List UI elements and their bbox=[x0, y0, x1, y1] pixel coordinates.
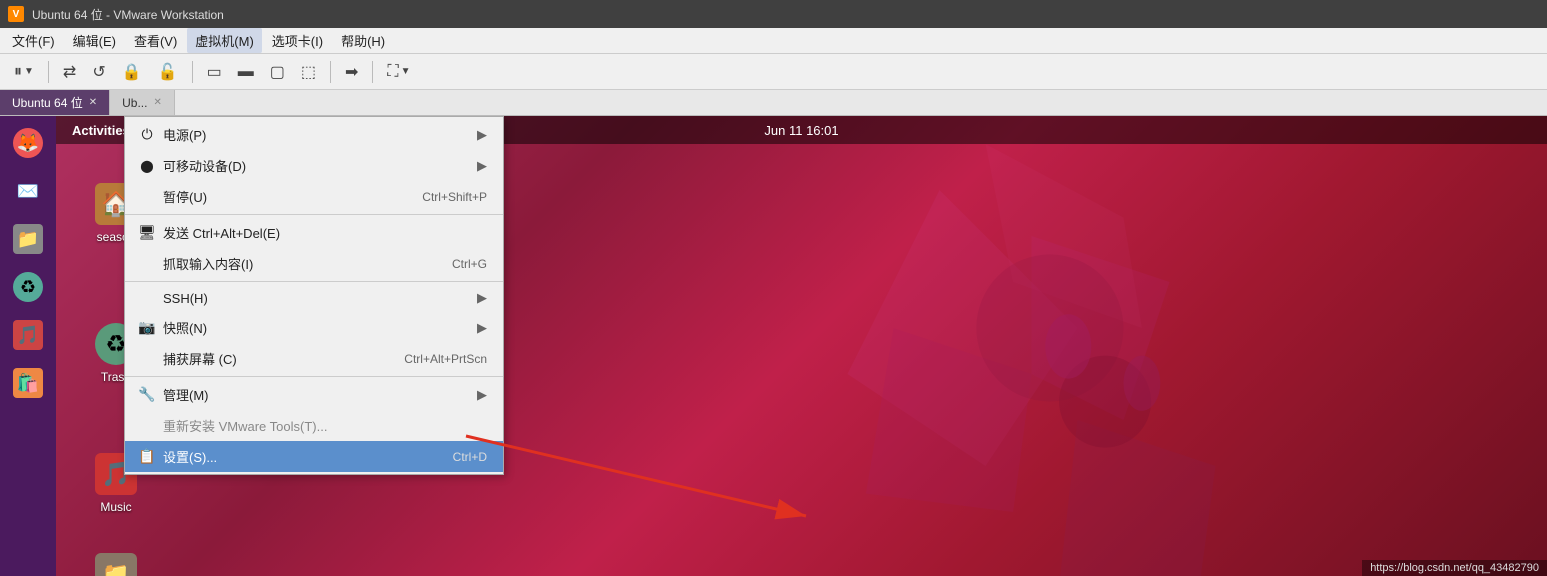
files-icon: 📁 bbox=[13, 224, 43, 254]
manage-label: 管理(M) bbox=[163, 385, 463, 404]
toolbar-btn-6[interactable]: ▭ bbox=[201, 58, 228, 86]
settings-label: 设置(S)... bbox=[163, 447, 447, 466]
settings-shortcut: Ctrl+D bbox=[453, 450, 487, 464]
removable-arrow: ▶ bbox=[477, 158, 487, 174]
firefox-icon: 🦊 bbox=[13, 128, 43, 158]
capture-shortcut: Ctrl+Alt+PrtScn bbox=[404, 352, 487, 366]
snapshot-label: 快照(N) bbox=[163, 318, 463, 337]
main-layout: 🦊 ✉️ 📁 ♻ 🎵 🛍️ Activities Jun 11 16:01 bbox=[0, 116, 1547, 576]
toolbar-sep-1 bbox=[48, 61, 49, 83]
trash-icon: ♻ bbox=[13, 272, 43, 302]
toolbar-pause-btn[interactable]: ⏸▼ bbox=[8, 58, 40, 86]
removable-icon: ⬤ bbox=[137, 159, 157, 173]
grab-label: 抓取输入内容(I) bbox=[163, 254, 446, 273]
toolbar-btn-8[interactable]: ▢ bbox=[264, 58, 291, 86]
sidebar-firefox[interactable]: 🦊 bbox=[5, 120, 51, 166]
menu-edit[interactable]: 编辑(E) bbox=[65, 28, 124, 53]
music-label: Music bbox=[100, 500, 131, 514]
toolbar-btn-11[interactable]: ⛶▼ bbox=[381, 58, 416, 86]
capture-label: 捕获屏幕 (C) bbox=[163, 349, 398, 368]
ssh-label: SSH(H) bbox=[163, 291, 463, 306]
ubuntu-sidebar: 🦊 ✉️ 📁 ♻ 🎵 🛍️ bbox=[0, 116, 56, 576]
settings-icon: 📋 bbox=[137, 448, 157, 465]
url-bar: https://blog.csdn.net/qq_43482790 bbox=[1362, 560, 1547, 576]
title-bar: V Ubuntu 64 位 - VMware Workstation bbox=[0, 0, 1547, 28]
ssh-arrow: ▶ bbox=[477, 290, 487, 306]
send-ctrl-label: 发送 Ctrl+Alt+Del(E) bbox=[163, 223, 467, 242]
desktop-icon-snap[interactable]: 📁 snap bbox=[76, 546, 156, 576]
toolbar: ⏸▼ ⇄ ↺ 🔒 🔓 ▭ ▬ ▢ ⬚ ➡ ⛶▼ bbox=[0, 54, 1547, 90]
sep-1 bbox=[125, 214, 503, 215]
menu-tabs[interactable]: 选项卡(I) bbox=[264, 28, 331, 53]
pause-shortcut: Ctrl+Shift+P bbox=[422, 190, 487, 204]
toolbar-btn-3[interactable]: ↺ bbox=[86, 58, 111, 86]
menu-vm[interactable]: 虚拟机(M) bbox=[187, 28, 262, 53]
sidebar-trash[interactable]: ♻ bbox=[5, 264, 51, 310]
activities-label[interactable]: Activities bbox=[72, 123, 130, 138]
manage-icon: 🔧 bbox=[137, 386, 157, 403]
sidebar-store[interactable]: 🛍️ bbox=[5, 360, 51, 406]
menu-grab-input[interactable]: 抓取输入内容(I) Ctrl+G bbox=[125, 248, 503, 279]
reinstall-label: 重新安装 VMware Tools(T)... bbox=[163, 416, 487, 435]
pause-label: 暂停(U) bbox=[163, 187, 416, 206]
menu-manage[interactable]: 🔧 管理(M) ▶ bbox=[125, 379, 503, 410]
manage-arrow: ▶ bbox=[477, 387, 487, 403]
window-title: Ubuntu 64 位 - VMware Workstation bbox=[32, 6, 224, 23]
toolbar-btn-4[interactable]: 🔒 bbox=[116, 58, 148, 86]
tabs-bar: Ubuntu 64 位 ✕ Ub... ✕ bbox=[0, 90, 1547, 116]
power-icon: ⏻ bbox=[137, 126, 157, 143]
sep-2 bbox=[125, 281, 503, 282]
snapshot-icon: 📷 bbox=[137, 319, 157, 336]
power-arrow: ▶ bbox=[477, 127, 487, 143]
ubuntu-desktop: Activities Jun 11 16:01 🏠 season ♻ bbox=[56, 116, 1547, 576]
toolbar-btn-9[interactable]: ⬚ bbox=[295, 58, 322, 86]
menu-capture-screen[interactable]: 捕获屏幕 (C) Ctrl+Alt+PrtScn bbox=[125, 343, 503, 374]
sidebar-mail[interactable]: ✉️ bbox=[5, 168, 51, 214]
menu-settings[interactable]: 📋 设置(S)... Ctrl+D bbox=[125, 441, 503, 472]
menu-send-ctrl[interactable]: 🖥 发送 Ctrl+Alt+Del(E) bbox=[125, 217, 503, 248]
toolbar-sep-3 bbox=[330, 61, 331, 83]
sidebar-files[interactable]: 📁 bbox=[5, 216, 51, 262]
menu-power[interactable]: ⏻ 电源(P) ▶ bbox=[125, 119, 503, 150]
menu-pause[interactable]: 暂停(U) Ctrl+Shift+P bbox=[125, 181, 503, 212]
menu-view[interactable]: 查看(V) bbox=[126, 28, 185, 53]
menu-reinstall-tools[interactable]: 重新安装 VMware Tools(T)... bbox=[125, 410, 503, 441]
toolbar-sep-4 bbox=[372, 61, 373, 83]
snapshot-arrow: ▶ bbox=[477, 320, 487, 336]
removable-label: 可移动设备(D) bbox=[163, 156, 463, 175]
topbar-time: Jun 11 16:01 bbox=[764, 123, 838, 138]
menu-removable[interactable]: ⬤ 可移动设备(D) ▶ bbox=[125, 150, 503, 181]
power-label: 电源(P) bbox=[163, 125, 463, 144]
tab-ubuntu64-close[interactable]: ✕ bbox=[89, 97, 97, 108]
send-ctrl-icon: 🖥 bbox=[137, 224, 157, 241]
snap-desktop-icon: 📁 bbox=[92, 550, 140, 576]
toolbar-btn-2[interactable]: ⇄ bbox=[57, 58, 82, 86]
toolbar-btn-7[interactable]: ▬ bbox=[232, 58, 260, 86]
sep-3 bbox=[125, 376, 503, 377]
vm-dropdown-menu: ⏻ 电源(P) ▶ ⬤ 可移动设备(D) ▶ 暂停(U) Ctrl+Shift+… bbox=[124, 116, 504, 475]
toolbar-btn-10[interactable]: ➡ bbox=[339, 58, 364, 86]
tab-ub-label: Ub... bbox=[122, 96, 147, 110]
menu-file[interactable]: 文件(F) bbox=[4, 28, 63, 53]
tab-ub[interactable]: Ub... ✕ bbox=[110, 90, 175, 115]
mail-icon: ✉️ bbox=[13, 176, 43, 206]
menu-ssh[interactable]: SSH(H) ▶ bbox=[125, 284, 503, 312]
menu-bar: 文件(F) 编辑(E) 查看(V) 虚拟机(M) 选项卡(I) 帮助(H) bbox=[0, 28, 1547, 54]
music-icon: 🎵 bbox=[13, 320, 43, 350]
store-icon: 🛍️ bbox=[13, 368, 43, 398]
toolbar-btn-5[interactable]: 🔓 bbox=[152, 58, 184, 86]
menu-help[interactable]: 帮助(H) bbox=[333, 28, 393, 53]
sidebar-music[interactable]: 🎵 bbox=[5, 312, 51, 358]
tab-ubuntu64-label: Ubuntu 64 位 bbox=[12, 94, 83, 111]
app-icon: V bbox=[8, 6, 24, 22]
menu-snapshot[interactable]: 📷 快照(N) ▶ bbox=[125, 312, 503, 343]
toolbar-sep-2 bbox=[192, 61, 193, 83]
tab-ub-close[interactable]: ✕ bbox=[153, 97, 161, 108]
grab-shortcut: Ctrl+G bbox=[452, 257, 487, 271]
tab-ubuntu64[interactable]: Ubuntu 64 位 ✕ bbox=[0, 90, 110, 115]
